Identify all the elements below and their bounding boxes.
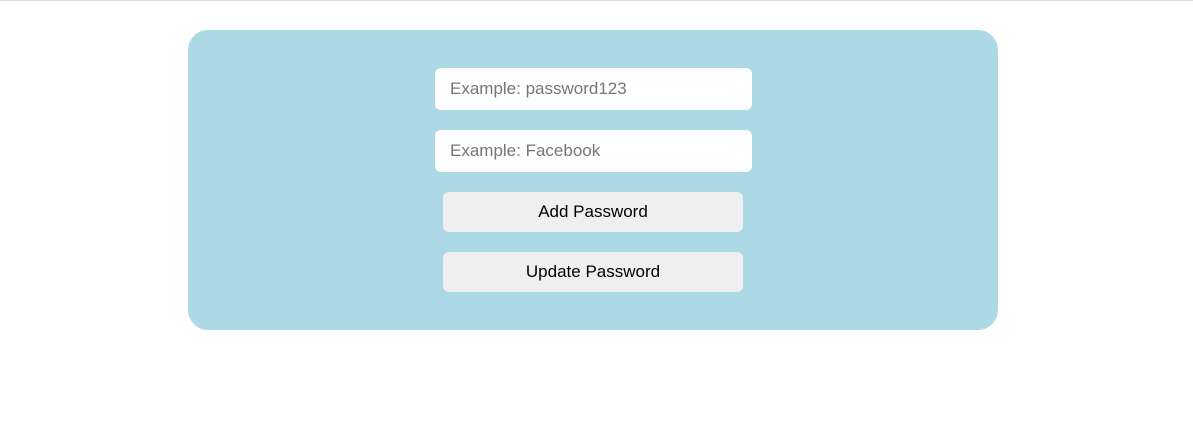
top-divider [0,0,1193,1]
add-password-button[interactable]: Add Password [443,192,743,232]
site-input[interactable] [435,130,752,172]
update-password-button[interactable]: Update Password [443,252,743,292]
password-form-panel: Add Password Update Password [188,30,998,330]
password-input[interactable] [435,68,752,110]
